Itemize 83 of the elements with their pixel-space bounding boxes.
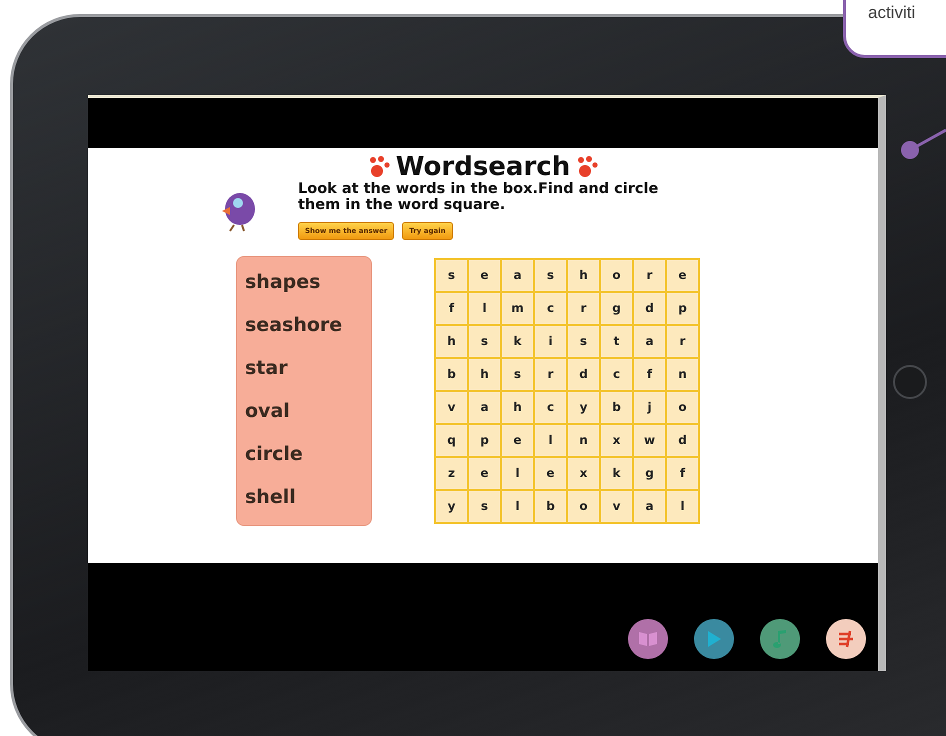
grid-letter[interactable]: o (667, 392, 698, 423)
word-list-item: seashore (245, 314, 344, 337)
grid-letter[interactable]: r (568, 292, 599, 324)
paw-print-icon (576, 156, 598, 178)
grid-letter[interactable]: a (502, 260, 533, 291)
grid-letter[interactable]: e (502, 424, 533, 456)
grid-letter[interactable]: m (502, 292, 533, 324)
grid-letter[interactable]: s (568, 326, 599, 357)
grid-letter[interactable]: r (634, 260, 665, 291)
toolbar-button[interactable] (760, 619, 800, 659)
grid-letter[interactable]: n (667, 358, 698, 390)
word-list-item: oval (245, 400, 291, 423)
grid-letter[interactable]: e (469, 458, 500, 489)
grid-letter[interactable]: c (535, 392, 566, 423)
grid-letter[interactable]: p (667, 292, 698, 324)
grid-letter[interactable]: x (601, 424, 632, 456)
grid-letter[interactable]: a (469, 392, 500, 423)
grid-letter[interactable]: h (502, 392, 533, 423)
grid-letter[interactable]: o (568, 490, 599, 522)
grid-letter[interactable]: c (601, 358, 632, 390)
music-note-icon (772, 629, 788, 649)
grid-letter[interactable]: v (436, 392, 467, 423)
book-icon (638, 630, 658, 648)
grid-letter[interactable]: f (634, 358, 665, 390)
word-list-item: star (245, 356, 289, 380)
grid-letter[interactable]: a (634, 326, 665, 357)
grid-letter[interactable]: p (469, 424, 500, 456)
grid-letter[interactable]: s (535, 260, 566, 291)
play-icon (706, 630, 722, 648)
grid-letter[interactable]: b (535, 490, 566, 522)
grid-letter[interactable]: c (535, 292, 566, 324)
toolbar-button[interactable] (694, 619, 734, 659)
grid-letter[interactable]: s (469, 490, 500, 522)
instruction-text: Look at the words in the box.Find and circle them in the word square. (298, 182, 660, 214)
grid-letter[interactable]: y (436, 490, 467, 522)
grid-letter[interactable]: d (667, 424, 698, 456)
grid-letter[interactable]: d (634, 292, 665, 324)
grid-letter[interactable]: d (568, 358, 599, 390)
grid-letter[interactable]: g (601, 292, 632, 324)
grid-letter[interactable]: t (601, 326, 632, 357)
grid-letter[interactable]: h (469, 358, 500, 390)
grid-letter[interactable]: s (502, 358, 533, 390)
toolbar-button[interactable] (628, 619, 668, 659)
grid-letter[interactable]: e (667, 260, 698, 291)
grid-letter[interactable]: b (601, 392, 632, 423)
word-list-item: shell (245, 486, 297, 509)
grid-letter[interactable]: j (634, 392, 665, 423)
grid-letter[interactable]: k (601, 458, 632, 489)
grid-letter[interactable]: o (601, 260, 632, 291)
grid-letter[interactable]: v (601, 490, 632, 522)
grid-letter[interactable]: b (436, 358, 467, 390)
grid-letter[interactable]: l (502, 458, 533, 489)
grid-letter[interactable]: g (634, 458, 665, 489)
grid-letter[interactable]: n (568, 424, 599, 456)
word-list-item: shapes (245, 270, 322, 294)
toolbar-button[interactable] (826, 619, 866, 659)
grid-letter[interactable]: a (634, 490, 665, 522)
grid-letter[interactable]: l (502, 490, 533, 522)
grid-letter[interactable]: z (436, 458, 467, 489)
grid-letter[interactable]: e (469, 260, 500, 291)
grid-letter[interactable]: l (535, 424, 566, 456)
grid-letter[interactable]: q (436, 424, 467, 456)
grid-letter[interactable]: w (634, 424, 665, 456)
grid-letter[interactable]: h (568, 260, 599, 291)
grid-letter[interactable]: l (667, 490, 698, 522)
grid-letter[interactable]: y (568, 392, 599, 423)
activity-title: Wordsearch (396, 152, 570, 182)
grid-letter[interactable]: i (535, 326, 566, 357)
grid-letter[interactable]: r (535, 358, 566, 390)
grid-letter[interactable]: f (667, 458, 698, 489)
grid-letter[interactable]: r (667, 326, 698, 357)
grid-letter[interactable]: k (502, 326, 533, 357)
grid-letter[interactable]: e (535, 458, 566, 489)
grid-letter[interactable]: x (568, 458, 599, 489)
grid-letter[interactable]: l (469, 292, 500, 324)
leader-line (898, 128, 946, 162)
grid-letter[interactable]: s (436, 260, 467, 291)
grid-letter[interactable]: s (469, 326, 500, 357)
word-list-item: circle (245, 442, 304, 466)
grid-letter[interactable]: f (436, 292, 467, 324)
paw-print-icon (368, 156, 390, 178)
grid-letter[interactable]: h (436, 326, 467, 357)
callout-text: activiti (868, 3, 916, 22)
